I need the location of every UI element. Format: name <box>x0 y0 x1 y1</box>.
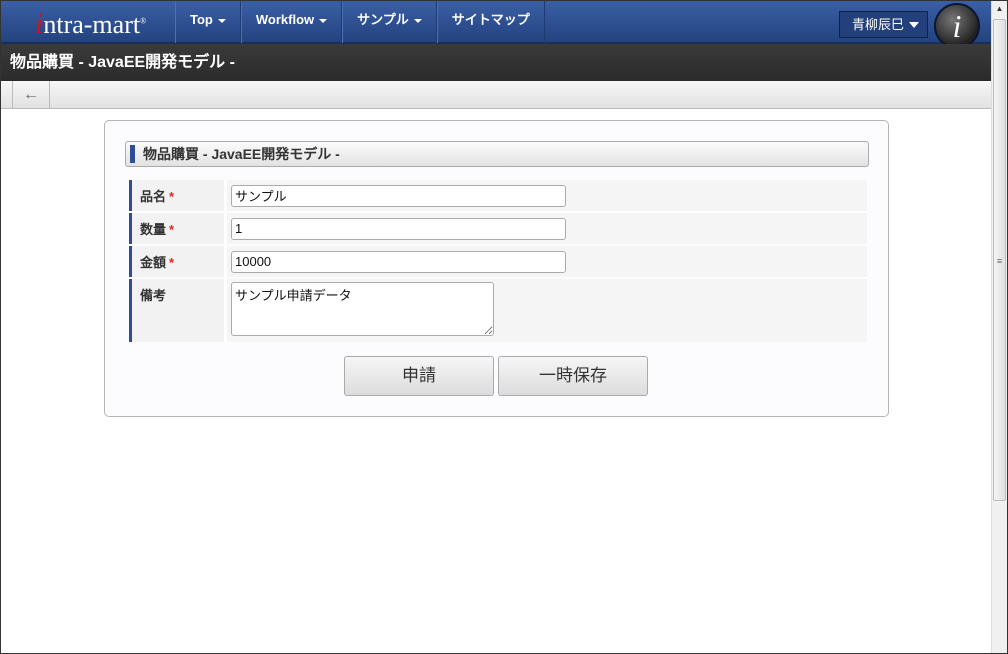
intra-mart-logo[interactable]: intra-mart® <box>35 7 146 41</box>
caret-down-icon <box>909 22 919 28</box>
nav-sample[interactable]: サンプル <box>342 1 437 43</box>
nav-top[interactable]: Top <box>175 1 241 43</box>
info-logo-icon[interactable]: i <box>934 3 980 49</box>
required-mark: * <box>169 189 175 204</box>
back-arrow-icon[interactable]: ← <box>12 81 50 109</box>
required-mark: * <box>169 255 175 270</box>
caret-down-icon <box>413 18 422 23</box>
nav-workflow[interactable]: Workflow <box>240 1 343 43</box>
field-label: 備考 <box>140 288 167 303</box>
required-mark: * <box>169 222 175 237</box>
global-nav: Top Workflow サンプル サイトマップ <box>175 1 545 43</box>
form-title: 物品購買 - JavaEE開発モデル - <box>125 141 869 167</box>
caret-down-icon <box>319 18 328 23</box>
form-actions: 申請 一時保存 <box>344 356 648 396</box>
page-title: 物品購買 - JavaEE開発モデル - <box>1 44 992 81</box>
save-draft-button[interactable]: 一時保存 <box>498 356 648 396</box>
field-row-item-name: 品名 * <box>129 180 867 211</box>
field-label: 品名 <box>140 189 167 204</box>
quantity-input[interactable] <box>231 217 566 240</box>
scroll-up-icon[interactable]: ▲ <box>992 1 1007 17</box>
caret-down-icon <box>217 18 226 23</box>
field-label: 金額 <box>140 255 167 270</box>
toolbar: ← <box>1 81 992 109</box>
nav-sitemap[interactable]: サイトマップ <box>436 1 545 43</box>
amount-input[interactable] <box>231 250 566 273</box>
user-menu-button[interactable]: 青柳辰巳 <box>839 11 928 38</box>
field-row-quantity: 数量 * <box>129 213 867 244</box>
global-header: intra-mart® Top Workflow サンプル サイトマップ 青柳辰… <box>1 1 992 49</box>
form-table: 品名* 数量* 金額* 備考サンプル申請データ <box>129 178 867 344</box>
submit-button[interactable]: 申請 <box>344 356 494 396</box>
field-row-amount: 金額 * <box>129 246 867 277</box>
item-name-input[interactable] <box>231 184 566 207</box>
form-panel: 物品購買 - JavaEE開発モデル - 品名* 数量* 金額* 備考サンプル申… <box>104 120 889 417</box>
vertical-scrollbar[interactable]: ▲ ≡ <box>991 1 1007 653</box>
scrollbar-thumb[interactable]: ≡ <box>993 19 1006 501</box>
remarks-textarea[interactable]: サンプル申請データ <box>231 282 494 336</box>
field-label: 数量 <box>140 222 167 237</box>
field-row-remarks: 備考 サンプル申請データ <box>129 279 867 342</box>
